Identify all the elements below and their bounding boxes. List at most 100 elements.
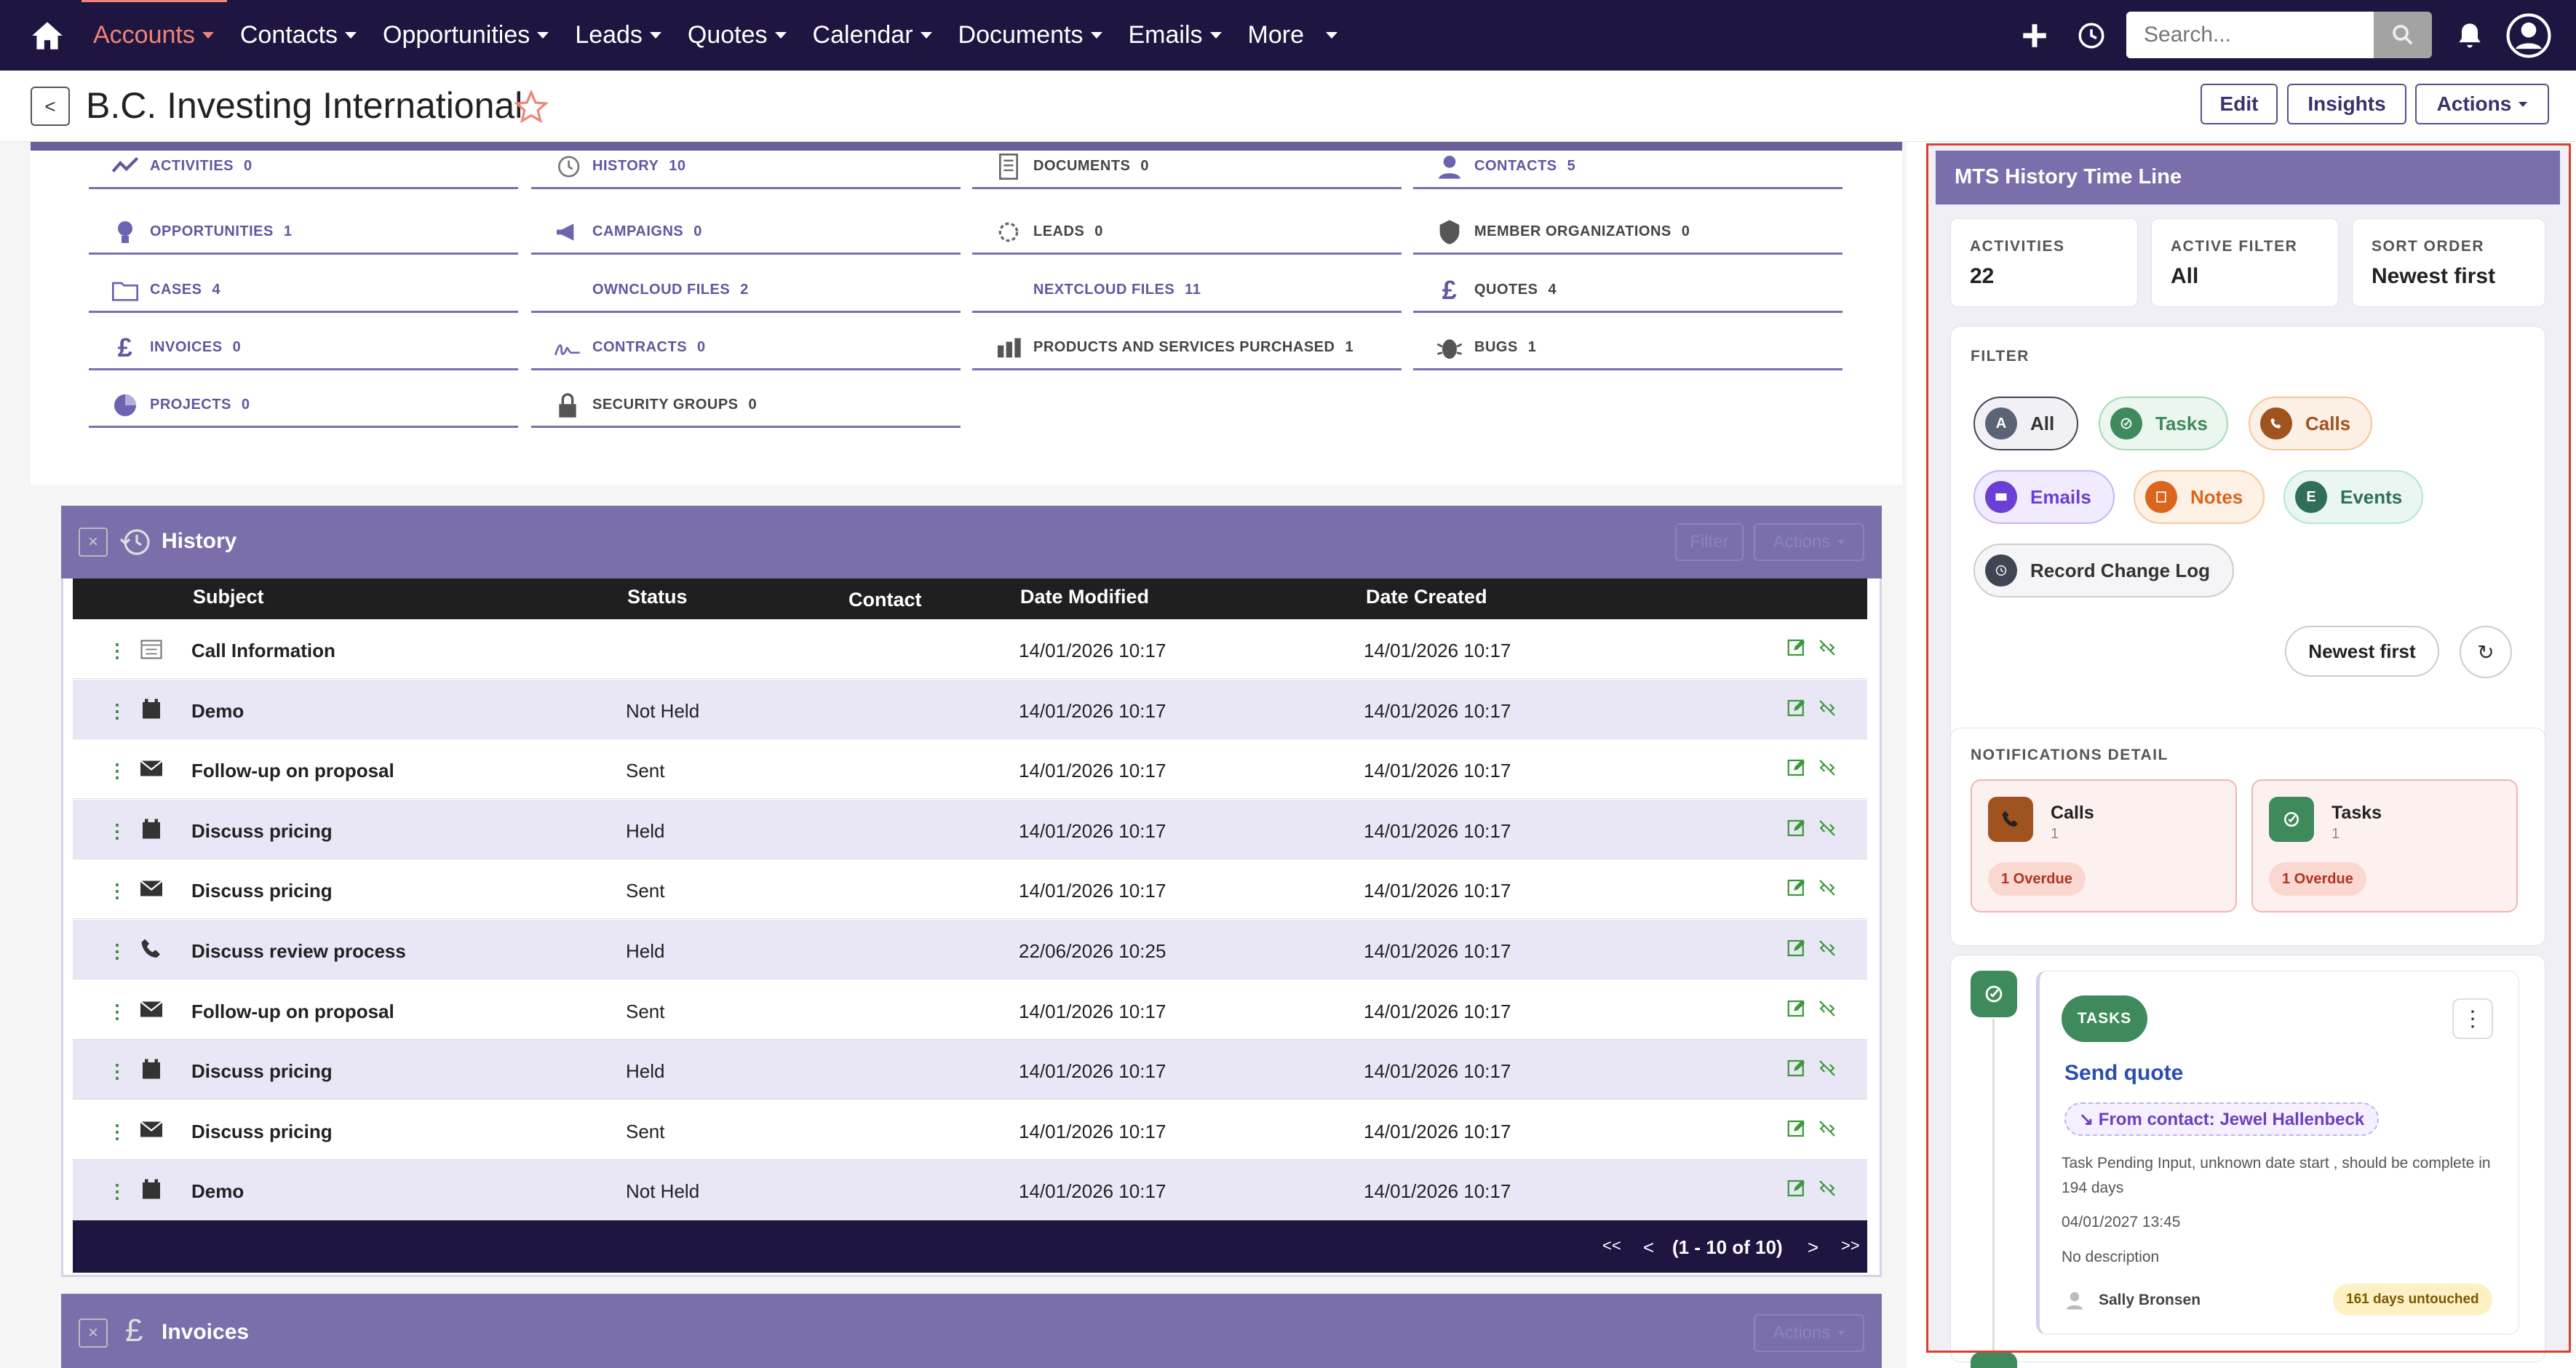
insights-button[interactable]: Insights bbox=[2287, 84, 2406, 124]
row-menu-icon[interactable]: ⋮ bbox=[108, 940, 127, 963]
nav-item-leads[interactable]: Leads bbox=[575, 0, 661, 71]
row-subject-link[interactable]: Discuss review process bbox=[191, 940, 406, 963]
table-row[interactable]: ⋮ Discuss pricing Held 14/01/2026 10:17 14/0… bbox=[73, 1040, 1867, 1100]
prev-page-button[interactable]: < bbox=[1643, 1236, 1654, 1259]
subpanel-documents[interactable]: DOCUMENTS 0 bbox=[972, 146, 1402, 189]
row-subject-link[interactable]: Discuss pricing bbox=[191, 1121, 333, 1143]
row-subject-link[interactable]: Call Information bbox=[191, 640, 335, 662]
row-subject-link[interactable]: Discuss pricing bbox=[191, 880, 333, 902]
edit-icon[interactable] bbox=[1786, 757, 1808, 779]
unlink-icon[interactable] bbox=[1816, 697, 1838, 719]
unlink-icon[interactable] bbox=[1816, 637, 1838, 659]
filter-chip-tasks[interactable]: Tasks bbox=[2099, 397, 2228, 450]
unlink-icon[interactable] bbox=[1816, 877, 1838, 899]
row-subject-link[interactable]: Demo bbox=[191, 1180, 244, 1203]
subpanel-projects[interactable]: PROJECTS 0 bbox=[89, 384, 518, 428]
search-input[interactable] bbox=[2126, 12, 2374, 58]
unlink-icon[interactable] bbox=[1816, 757, 1838, 779]
nav-item-contacts[interactable]: Contacts bbox=[240, 0, 357, 71]
plus-icon[interactable] bbox=[2019, 20, 2050, 51]
subpanel-history[interactable]: HISTORY 10 bbox=[531, 146, 961, 189]
from-contact-link[interactable]: ↘ From contact: Jewel Hallenbeck bbox=[2064, 1102, 2380, 1136]
home-icon[interactable] bbox=[29, 17, 65, 54]
subpanel-nextcloud-files[interactable]: NEXTCLOUD FILES 11 bbox=[972, 269, 1402, 313]
subpanel-campaigns[interactable]: CAMPAIGNS 0 bbox=[531, 211, 961, 255]
recent-history-icon[interactable] bbox=[2076, 20, 2107, 51]
nav-item-quotes[interactable]: Quotes bbox=[688, 0, 787, 71]
row-menu-icon[interactable]: ⋮ bbox=[108, 1001, 127, 1023]
table-row[interactable]: ⋮ Discuss review process Held 22/06/2026 10… bbox=[73, 920, 1867, 979]
subpanel-contacts[interactable]: CONTACTS 5 bbox=[1413, 146, 1842, 189]
unlink-icon[interactable] bbox=[1816, 817, 1838, 839]
filter-button[interactable]: Filter bbox=[1675, 523, 1744, 561]
table-row[interactable]: ⋮ Follow-up on proposal Sent 14/01/2026 10:… bbox=[73, 980, 1867, 1040]
nav-item-opportunities[interactable]: Opportunities bbox=[383, 0, 549, 71]
row-menu-icon[interactable]: ⋮ bbox=[108, 1121, 127, 1143]
unlink-icon[interactable] bbox=[1816, 1057, 1838, 1079]
unlink-icon[interactable] bbox=[1816, 1177, 1838, 1199]
sort-order-button[interactable]: Newest first bbox=[2285, 626, 2439, 677]
row-menu-icon[interactable]: ⋮ bbox=[108, 1060, 127, 1083]
edit-icon[interactable] bbox=[1786, 1177, 1808, 1199]
subpanel-activities[interactable]: ACTIVITIES 0 bbox=[89, 146, 518, 189]
next-page-button[interactable]: > bbox=[1808, 1236, 1818, 1259]
invoices-actions-button[interactable]: Actions bbox=[1754, 1314, 1864, 1352]
table-row[interactable]: ⋮ Discuss pricing Sent 14/01/2026 10:17 14/0… bbox=[73, 859, 1867, 920]
row-menu-icon[interactable]: ⋮ bbox=[108, 760, 127, 782]
subpanel-cases[interactable]: CASES 4 bbox=[89, 269, 518, 313]
table-row[interactable]: ⋮ Demo Not Held 14/01/2026 10:17 14/01/2026 … bbox=[73, 1160, 1867, 1220]
col-date-created[interactable]: Date Created bbox=[1366, 586, 1487, 608]
edit-icon[interactable] bbox=[1786, 697, 1808, 719]
user-avatar-icon[interactable] bbox=[2506, 13, 2551, 58]
col-subject[interactable]: Subject bbox=[193, 586, 264, 608]
nav-item-accounts[interactable]: Accounts bbox=[82, 0, 227, 71]
filter-chip-all[interactable]: A All bbox=[1973, 397, 2078, 450]
subpanel-security-groups[interactable]: SECURITY GROUPS 0 bbox=[531, 384, 961, 428]
nav-item-calendar[interactable]: Calendar bbox=[813, 0, 932, 71]
filter-chip-emails[interactable]: Emails bbox=[1973, 470, 2115, 524]
nav-item-more[interactable]: More bbox=[1248, 0, 1337, 71]
row-subject-link[interactable]: Demo bbox=[191, 700, 244, 723]
item-menu-button[interactable]: ⋮ bbox=[2452, 998, 2493, 1039]
table-row[interactable]: ⋮ Discuss pricing Held 14/01/2026 10:17 14/0… bbox=[73, 799, 1867, 859]
row-menu-icon[interactable]: ⋮ bbox=[108, 640, 127, 662]
edit-icon[interactable] bbox=[1786, 877, 1808, 899]
row-subject-link[interactable]: Follow-up on proposal bbox=[191, 1001, 394, 1023]
item-title-link[interactable]: Send quote bbox=[2064, 1061, 2183, 1086]
notification-card-tasks[interactable]: Tasks 1 1 Overdue bbox=[2251, 779, 2518, 912]
unlink-icon[interactable] bbox=[1816, 1118, 1838, 1140]
last-page-button[interactable]: >> bbox=[1841, 1236, 1860, 1255]
row-menu-icon[interactable]: ⋮ bbox=[108, 1180, 127, 1203]
notification-card-calls[interactable]: Calls 1 1 Overdue bbox=[1971, 779, 2237, 912]
bell-icon[interactable] bbox=[2454, 19, 2486, 52]
edit-icon[interactable] bbox=[1786, 817, 1808, 839]
search-button[interactable] bbox=[2374, 12, 2432, 58]
subpanel-quotes[interactable]: £ QUOTES 4 bbox=[1413, 269, 1842, 313]
filter-chip-notes[interactable]: Notes bbox=[2134, 470, 2265, 524]
row-subject-link[interactable]: Discuss pricing bbox=[191, 820, 333, 843]
subpanel-bugs[interactable]: BUGS 1 bbox=[1413, 327, 1842, 370]
favorite-star-icon[interactable] bbox=[514, 90, 549, 124]
subpanel-member-organizations[interactable]: MEMBER ORGANIZATIONS 0 bbox=[1413, 211, 1842, 255]
row-subject-link[interactable]: Discuss pricing bbox=[191, 1060, 333, 1083]
first-page-button[interactable]: << bbox=[1602, 1236, 1621, 1255]
actions-button[interactable]: Actions bbox=[2415, 84, 2549, 124]
unlink-icon[interactable] bbox=[1816, 998, 1838, 1019]
nav-item-emails[interactable]: Emails bbox=[1129, 0, 1222, 71]
edit-icon[interactable] bbox=[1786, 998, 1808, 1019]
row-menu-icon[interactable]: ⋮ bbox=[108, 820, 127, 843]
row-menu-icon[interactable]: ⋮ bbox=[108, 700, 127, 723]
subpanel-invoices[interactable]: £ INVOICES 0 bbox=[89, 327, 518, 370]
back-button[interactable]: < bbox=[31, 87, 70, 126]
edit-icon[interactable] bbox=[1786, 1057, 1808, 1079]
history-actions-button[interactable]: Actions bbox=[1754, 523, 1864, 561]
filter-chip-calls[interactable]: Calls bbox=[2249, 397, 2372, 450]
table-row[interactable]: ⋮ Call Information 14/01/2026 10:17 14/01/2… bbox=[73, 619, 1867, 679]
subpanel-owncloud-files[interactable]: OWNCLOUD FILES 2 bbox=[531, 269, 961, 313]
table-row[interactable]: ⋮ Discuss pricing Sent 14/01/2026 10:17 14/0… bbox=[73, 1100, 1867, 1160]
table-row[interactable]: ⋮ Follow-up on proposal Sent 14/01/2026 10:… bbox=[73, 739, 1867, 800]
edit-icon[interactable] bbox=[1786, 637, 1808, 659]
subpanel-contracts[interactable]: CONTRACTS 0 bbox=[531, 327, 961, 370]
col-status[interactable]: Status bbox=[627, 586, 688, 608]
col-date-modified[interactable]: Date Modified bbox=[1020, 586, 1149, 608]
